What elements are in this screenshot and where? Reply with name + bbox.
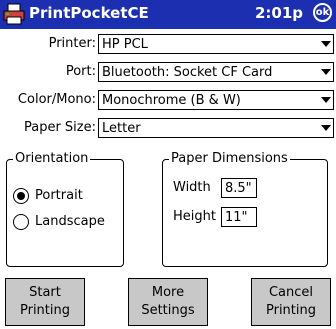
landscape-radio[interactable] bbox=[13, 214, 29, 230]
paper-dimensions-title: Paper Dimensions bbox=[169, 151, 290, 166]
height-input[interactable]: 11" bbox=[221, 207, 257, 227]
color-mono-value: Monochrome (B & W) bbox=[102, 93, 241, 108]
cancel-printing-button[interactable]: Cancel Printing bbox=[251, 278, 331, 326]
color-mono-label: Color/Mono: bbox=[17, 92, 96, 107]
more-settings-button[interactable]: More Settings bbox=[128, 278, 208, 326]
start-printing-button[interactable]: Start Printing bbox=[5, 278, 85, 326]
height-value: 11" bbox=[225, 210, 248, 225]
clock[interactable]: 2:01p bbox=[255, 4, 303, 22]
orientation-group: Orientation Portrait Landscape bbox=[6, 151, 124, 267]
height-label: Height bbox=[173, 209, 216, 224]
cancel-printing-line1: Cancel bbox=[268, 285, 314, 300]
more-settings-line2: Settings bbox=[141, 303, 195, 318]
port-label: Port: bbox=[65, 64, 96, 79]
chevron-down-icon[interactable] bbox=[321, 69, 331, 75]
color-mono-select[interactable]: Monochrome (B & W) bbox=[98, 90, 334, 110]
start-printing-line2: Printing bbox=[19, 303, 70, 318]
landscape-label[interactable]: Landscape bbox=[35, 214, 105, 229]
width-value: 8.5" bbox=[225, 181, 252, 196]
printer-icon bbox=[3, 3, 25, 25]
ok-button[interactable]: ok bbox=[313, 3, 332, 22]
start-printing-line1: Start bbox=[29, 285, 61, 300]
chevron-down-icon[interactable] bbox=[321, 97, 331, 103]
window-title: PrintPocketCE bbox=[29, 4, 149, 22]
width-input[interactable]: 8.5" bbox=[221, 178, 257, 198]
printer-select[interactable]: HP PCL bbox=[98, 34, 334, 54]
printer-value: HP PCL bbox=[102, 37, 148, 52]
orientation-title: Orientation bbox=[13, 151, 91, 166]
paper-size-label: Paper Size: bbox=[23, 120, 96, 135]
port-select[interactable]: Bluetooth: Socket CF Card bbox=[98, 62, 334, 82]
portrait-label[interactable]: Portrait bbox=[35, 188, 83, 203]
printer-label: Printer: bbox=[48, 36, 96, 51]
portrait-radio[interactable] bbox=[13, 188, 29, 204]
chevron-down-icon[interactable] bbox=[321, 125, 331, 131]
radio-selected-dot bbox=[17, 192, 25, 200]
port-value: Bluetooth: Socket CF Card bbox=[102, 65, 273, 80]
width-label: Width bbox=[173, 180, 211, 195]
more-settings-line1: More bbox=[151, 285, 185, 300]
paper-size-select[interactable]: Letter bbox=[98, 118, 334, 138]
paper-size-value: Letter bbox=[102, 121, 141, 136]
title-bar: PrintPocketCE 2:01p ok bbox=[0, 0, 336, 29]
cancel-printing-line2: Printing bbox=[265, 303, 316, 318]
paper-dimensions-group: Paper Dimensions Width 8.5" Height 11" bbox=[162, 151, 328, 267]
chevron-down-icon[interactable] bbox=[321, 41, 331, 47]
